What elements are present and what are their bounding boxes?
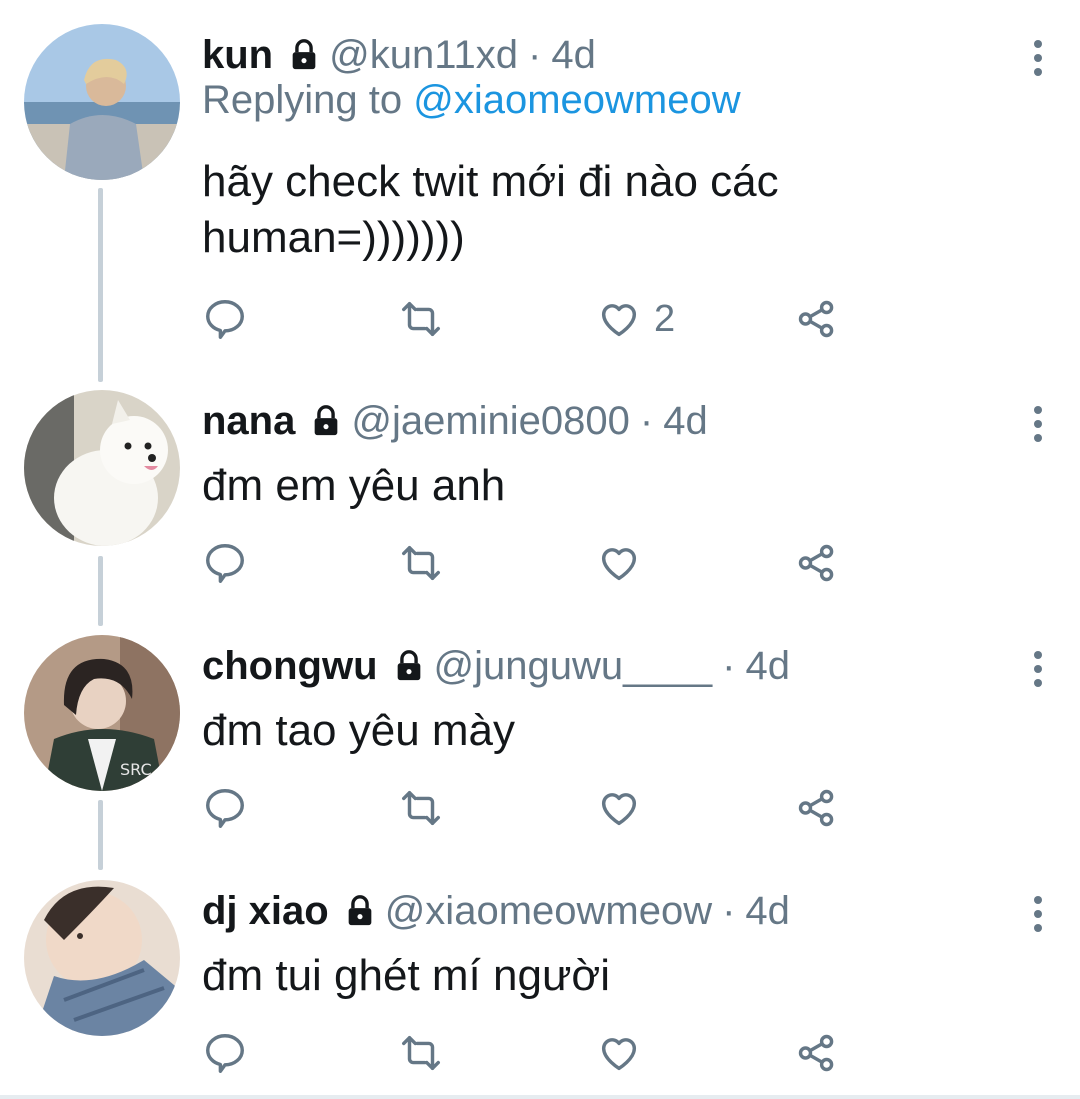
replying-to: Replying to @xiaomeowmeow [202,78,741,123]
tweet-actions: 2 [202,294,862,344]
avatar-beach-person-image [24,24,180,180]
retweet-icon [402,1035,440,1071]
retweet-icon [402,301,440,337]
more-vertical-icon[interactable] [1026,404,1050,444]
share-button[interactable] [794,1028,840,1078]
avatar[interactable] [24,24,180,180]
reply-button[interactable] [202,538,248,588]
tweet-header: nana @jaeminie0800 · 4d [202,390,708,452]
timestamp[interactable]: 4d [663,399,708,444]
user-handle[interactable]: @kun11xd [329,33,518,78]
svg-text:SRC: SRC [120,760,152,779]
reply-icon [206,300,244,339]
retweet-button[interactable] [398,1028,444,1078]
share-icon [798,789,834,827]
divider [0,1095,1080,1099]
heart-icon [601,1038,637,1071]
lock-icon [315,405,338,436]
retweet-button[interactable] [398,783,444,833]
retweet-icon [402,790,440,826]
display-name[interactable]: dj xiao [202,889,329,934]
avatar[interactable] [24,880,180,1036]
tweet-item[interactable]: SRC chongwu @junguwu____ · 4d đm tao yêu… [0,635,1080,845]
separator-dot: · [722,888,736,933]
user-handle[interactable]: @junguwu____ [434,644,713,689]
lock-icon [397,650,420,681]
display-name[interactable]: chongwu [202,644,378,689]
timestamp[interactable]: 4d [551,33,596,78]
like-count: 2 [654,297,676,340]
like-button[interactable] [596,783,654,833]
lock-icon [292,39,316,70]
share-button[interactable] [794,538,840,588]
share-button[interactable] [794,294,840,344]
tweet-item[interactable]: nana @jaeminie0800 · 4d đm em yêu anh [0,390,1080,600]
tweet-header: dj xiao @xiaomeowmeow · 4d [202,880,790,942]
user-handle[interactable]: @xiaomeowmeow [385,889,712,934]
more-vertical-icon[interactable] [1026,894,1050,934]
like-button[interactable] [596,538,654,588]
tweet-actions [202,783,862,833]
tweet-header: chongwu @junguwu____ · 4d [202,635,790,697]
share-icon [798,544,834,582]
timestamp[interactable]: 4d [745,889,790,934]
avatar[interactable]: SRC [24,635,180,791]
like-button[interactable]: 2 [596,294,675,344]
separator-dot: · [528,32,542,77]
share-button[interactable] [794,783,840,833]
share-icon [798,1034,834,1072]
tweet-text: đm tao yêu mày [202,706,516,755]
tweet-text: đm tui ghét mí người [202,951,611,1000]
reply-button[interactable] [202,294,248,344]
tweet-item[interactable]: dj xiao @xiaomeowmeow · 4d đm tui ghét m… [0,880,1080,1090]
share-icon [798,300,834,338]
retweet-icon [402,545,440,581]
timestamp[interactable]: 4d [745,644,790,689]
reply-button[interactable] [202,1028,248,1078]
like-button[interactable] [596,1028,654,1078]
heart-icon [601,548,637,581]
display-name[interactable]: nana [202,399,295,444]
reply-icon [206,1034,244,1073]
tweet-item[interactable]: kun @kun11xd · 4d Replying to @xiaomeowm… [0,24,1080,364]
more-vertical-icon[interactable] [1026,649,1050,689]
tweet-header: kun @kun11xd · 4d [202,24,596,86]
separator-dot: · [639,398,654,443]
avatar-white-dog-image [24,390,180,546]
avatar[interactable] [24,390,180,546]
display-name[interactable]: kun [202,33,273,78]
reply-icon [206,544,244,583]
separator-dot: · [722,643,736,688]
tweet-text: đm em yêu anh [202,461,506,510]
retweet-button[interactable] [398,294,444,344]
reply-button[interactable] [202,783,248,833]
replying-mention-link[interactable]: @xiaomeowmeow [413,78,740,122]
tweet-actions [202,1028,862,1078]
user-handle[interactable]: @jaeminie0800 [351,399,630,444]
lock-icon [348,895,372,926]
tweet-actions [202,538,862,588]
more-vertical-icon[interactable] [1026,38,1050,78]
tweet-text: hãy check twit mới đi nào các human=))))… [202,157,779,262]
avatar-dark-hair-jacket-image: SRC [24,635,180,791]
reply-icon [206,789,244,828]
retweet-button[interactable] [398,538,444,588]
heart-icon [601,793,637,826]
heart-icon [601,304,637,337]
avatar-face-closeup-image [24,880,180,1036]
replying-prefix: Replying to [202,78,403,122]
